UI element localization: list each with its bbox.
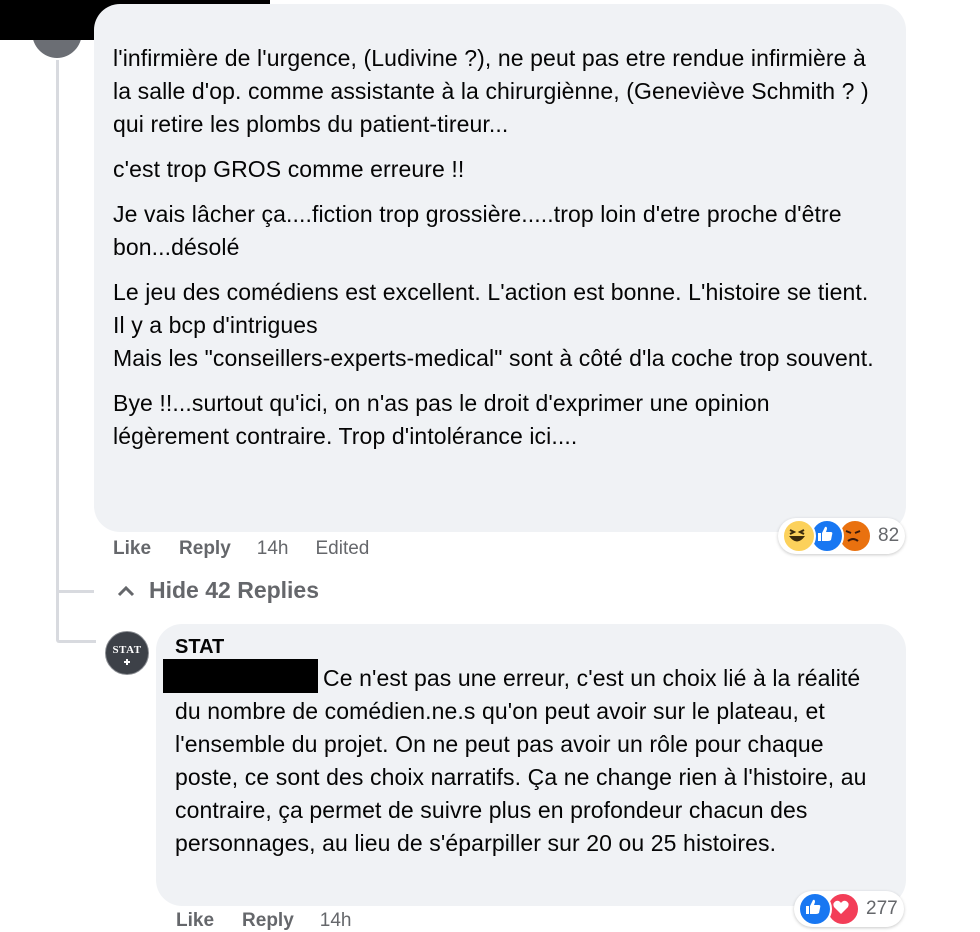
- reply-text: Ce n'est pas une erreur, c'est un choix …: [175, 665, 867, 856]
- reaction-count: 82: [878, 525, 900, 546]
- comment-timestamp[interactable]: 14h: [257, 538, 289, 560]
- comment-actions: Like Reply 14h Edited: [113, 538, 369, 560]
- hide-replies-label: Hide 42 Replies: [149, 577, 320, 603]
- reply-reaction-summary[interactable]: 277: [794, 891, 904, 927]
- reply-timestamp[interactable]: 14h: [320, 910, 352, 932]
- reply-thread-line: [56, 590, 59, 640]
- stat-avatar-label: STAT: [112, 644, 142, 656]
- like-button[interactable]: Like: [113, 538, 151, 560]
- reply-author[interactable]: STAT: [175, 636, 224, 659]
- thread-connector: [56, 590, 94, 593]
- comment-paragraph: Le jeu des comédiens est excellent. L'ac…: [113, 279, 874, 371]
- chevron-up-icon: [116, 581, 136, 601]
- reply-button[interactable]: Reply: [179, 538, 231, 560]
- reaction-summary[interactable]: 82: [778, 518, 906, 554]
- reply-like-button[interactable]: Like: [176, 910, 214, 932]
- haha-icon: [782, 519, 816, 553]
- like-icon: [798, 892, 832, 926]
- comment-paragraph: l'infirmière de l'urgence, (Ludivine ?),…: [113, 45, 869, 137]
- stat-avatar[interactable]: STAT: [105, 631, 149, 675]
- comment-bubble: l'infirmière de l'urgence, (Ludivine ?),…: [94, 4, 906, 532]
- comment-paragraph: c'est trop GROS comme erreure !!: [113, 156, 465, 182]
- reply-reaction-count: 277: [866, 898, 898, 919]
- reply-actions: Like Reply 14h: [176, 910, 351, 932]
- reply-reply-button[interactable]: Reply: [242, 910, 294, 932]
- edited-label[interactable]: Edited: [315, 538, 369, 560]
- comment-paragraph: Je vais lâcher ça....fiction trop grossi…: [113, 201, 842, 260]
- reply-connector: [56, 640, 96, 643]
- thread-line: [56, 60, 59, 600]
- hide-replies-button[interactable]: Hide 42 Replies: [116, 577, 319, 604]
- cross-icon: [124, 659, 130, 665]
- comment-paragraph: Bye !!...surtout qu'ici, on n'as pas le …: [113, 390, 770, 449]
- reply-bubble: STAT Ce n'est pas une erreur, c'est un c…: [156, 624, 906, 906]
